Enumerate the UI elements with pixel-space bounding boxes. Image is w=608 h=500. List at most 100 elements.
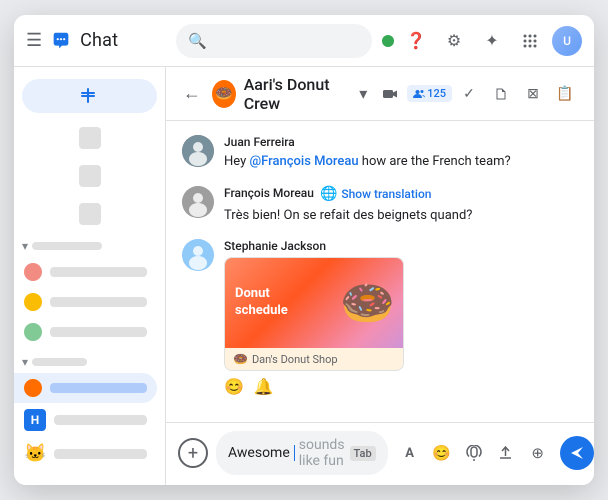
donut-crew-label [50, 383, 147, 393]
user-avatar[interactable]: U [552, 26, 582, 56]
tab-badge: Tab [350, 446, 376, 461]
h-space-label [54, 415, 147, 425]
dm-2-label [50, 297, 147, 307]
card-footer: 🍩 Dan's Donut Shop [225, 348, 403, 370]
donut-crew-avatar [24, 379, 42, 397]
top-bar-left: ☰ Chat [26, 30, 166, 52]
message-group-stephanie: Stephanie Jackson Donut schedule 🍩 [182, 239, 578, 396]
juan-avatar [182, 135, 214, 167]
sparkle-button[interactable]: ✦ [476, 25, 508, 57]
stephanie-sender-name: Stephanie Jackson [224, 239, 578, 253]
chat-title: Aari's Donut Crew [244, 75, 352, 113]
sidebar-item-dm-3[interactable] [14, 317, 157, 347]
new-chat-button[interactable] [22, 79, 157, 113]
message-group-francois: François Moreau 🌐 Show translation Très … [182, 186, 578, 226]
messages-area: Juan Ferreira Hey @François Moreau how a… [166, 121, 594, 422]
more-button[interactable]: 📋 [550, 79, 580, 109]
app-title: Chat [80, 30, 118, 51]
dm-1-avatar [24, 263, 42, 281]
francois-message-text: Très bien! On se refait des beignets qua… [224, 206, 578, 226]
stephanie-avatar [182, 239, 214, 271]
upload-button[interactable] [492, 439, 520, 467]
cat-space-label [54, 449, 147, 459]
tasks-button[interactable]: ✓ [454, 79, 484, 109]
dm-1-label [50, 267, 147, 277]
chat-panel: ← 🍩 Aari's Donut Crew ▾ 125 ✓ [166, 67, 594, 485]
card-image: Donut schedule 🍩 [225, 258, 404, 348]
compose-suggestion-text: sounds like fun [299, 437, 346, 469]
juan-message-text: Hey @François Moreau how are the French … [224, 152, 578, 172]
dm-3-avatar [24, 323, 42, 341]
sidebar-home-icon[interactable] [79, 127, 101, 149]
top-bar-right: ❓ ⚙ ✦ U [382, 25, 582, 57]
message-group-juan: Juan Ferreira Hey @François Moreau how a… [182, 135, 578, 172]
sidebar: ▾ ▾ [14, 67, 166, 485]
search-bar[interactable]: 🔍 [176, 24, 372, 58]
compose-input-text: Awesome [228, 445, 290, 461]
francois-avatar [182, 186, 214, 218]
spaces-section-header[interactable]: ▾ [14, 351, 165, 373]
send-button[interactable] [560, 436, 594, 470]
top-bar: ☰ Chat 🔍 ❓ ⚙ ✦ [14, 15, 594, 67]
chat-title-chevron-icon[interactable]: ▾ [359, 84, 367, 103]
card-background: Donut schedule 🍩 [225, 258, 404, 348]
settings-button[interactable]: ⚙ [438, 25, 470, 57]
donut-schedule-card[interactable]: Donut schedule 🍩 🍩 Dan's Donut Shop [224, 257, 404, 371]
francois-mention: @François Moreau [249, 154, 358, 169]
main-layout: ▾ ▾ [14, 67, 594, 485]
chat-header-actions: 125 ✓ ⊠ 📋 [375, 79, 580, 109]
francois-message-meta: François Moreau 🌐 Show translation [224, 186, 578, 203]
sidebar-item-dm-2[interactable] [14, 287, 157, 317]
more-compose-button[interactable]: ⊕ [524, 439, 552, 467]
dm-2-avatar [24, 293, 42, 311]
compose-input-field[interactable]: Awesome sounds like fun Tab [216, 431, 388, 475]
h-space-badge: H [24, 409, 46, 431]
stephanie-message-content: Stephanie Jackson Donut schedule 🍩 [224, 239, 578, 396]
shop-name: Dan's Donut Shop [252, 353, 338, 366]
apps-button[interactable] [514, 25, 546, 57]
sidebar-chat-icon[interactable] [79, 165, 101, 187]
translation-label: Show translation [341, 187, 431, 201]
search-icon: 🔍 [188, 32, 207, 50]
card-title: Donut schedule [235, 286, 288, 320]
translate-icon: 🌐 [320, 186, 337, 202]
compose-cursor [294, 445, 295, 461]
cat-space-emoji-icon: 🐱 [24, 443, 46, 464]
francois-sender-name: François Moreau [224, 186, 314, 200]
dm-3-label [50, 327, 147, 337]
show-translation-button[interactable]: 🌐 Show translation [320, 186, 432, 202]
compose-add-button[interactable]: + [178, 438, 208, 468]
compose-action-buttons: A 😊 ⊕ [396, 439, 552, 467]
sidebar-item-h[interactable]: H [14, 403, 157, 437]
chat-group-avatar: 🍩 [212, 80, 236, 108]
attach-button[interactable] [460, 439, 488, 467]
hamburger-icon[interactable]: ☰ [26, 30, 42, 51]
sidebar-item-dm-1[interactable] [14, 257, 157, 287]
shop-icon: 🍩 [233, 352, 248, 366]
francois-message-content: François Moreau 🌐 Show translation Très … [224, 186, 578, 226]
compose-area: + Awesome sounds like fun Tab A 😊 [166, 422, 594, 485]
integrations-button[interactable]: ⊠ [518, 79, 548, 109]
format-text-button[interactable]: A [396, 439, 424, 467]
members-count: 125 [427, 87, 446, 100]
card-reaction-icon[interactable]: 😊 [224, 377, 244, 396]
members-count-badge[interactable]: 125 [407, 85, 452, 102]
chat-header: ← 🍩 Aari's Donut Crew ▾ 125 ✓ [166, 67, 594, 121]
status-dot [382, 35, 394, 47]
dm-section-header[interactable]: ▾ [14, 235, 165, 257]
back-button[interactable]: ← [180, 83, 204, 104]
sidebar-star-icon[interactable] [79, 203, 101, 225]
juan-message-content: Juan Ferreira Hey @François Moreau how a… [224, 135, 578, 172]
files-button[interactable] [486, 79, 516, 109]
sidebar-item-cat[interactable]: 🐱 [14, 437, 157, 470]
card-actions: 😊 🔔 [224, 377, 578, 396]
emoji-button[interactable]: 😊 [428, 439, 456, 467]
card-reply-icon[interactable]: 🔔 [254, 377, 274, 396]
donut-emoji-icon: 🍩 [340, 277, 395, 329]
sidebar-item-donut-crew[interactable] [14, 373, 157, 403]
help-button[interactable]: ❓ [400, 25, 432, 57]
video-call-button[interactable] [375, 79, 405, 109]
chat-window: ☰ Chat 🔍 ❓ ⚙ ✦ [14, 15, 594, 485]
google-chat-logo-icon [50, 30, 72, 52]
juan-sender-name: Juan Ferreira [224, 135, 578, 149]
